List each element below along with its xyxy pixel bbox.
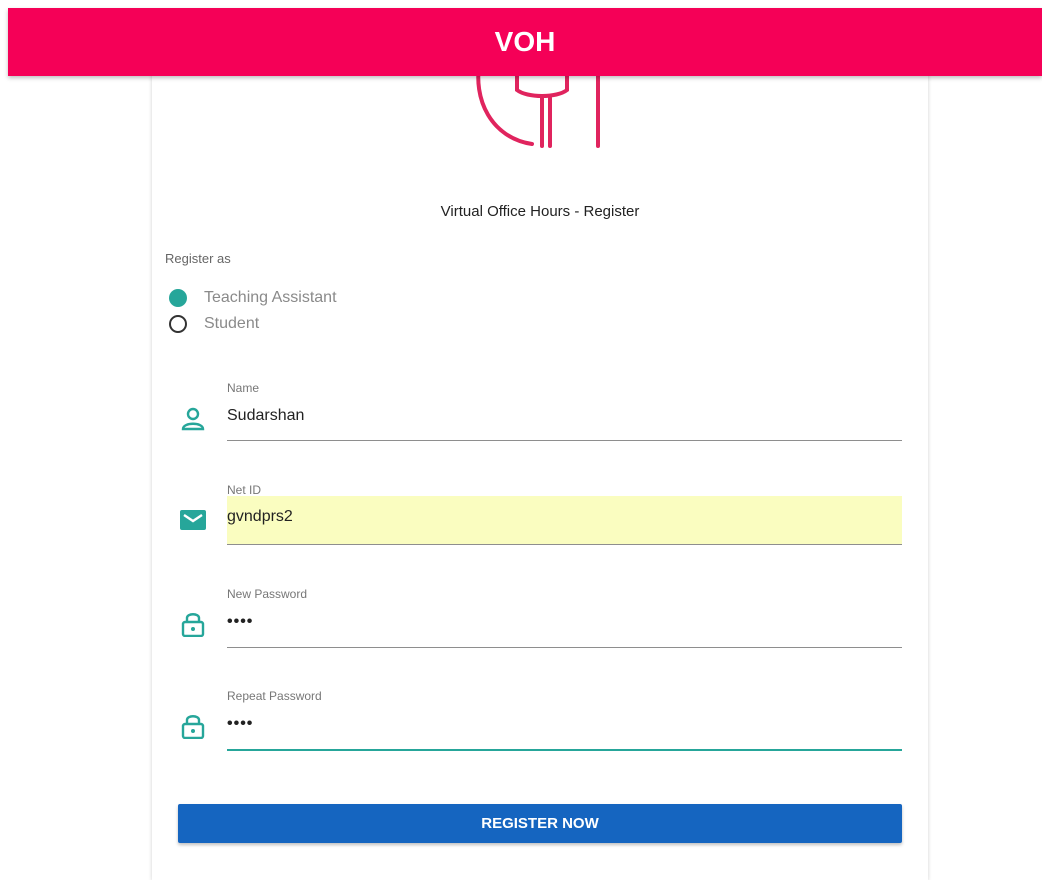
radio-label: Teaching Assistant bbox=[204, 289, 337, 306]
radio-selected-icon[interactable] bbox=[169, 289, 187, 307]
radio-student[interactable]: Student bbox=[169, 315, 259, 333]
new-password-label: New Password bbox=[227, 587, 308, 601]
app-title: VOH bbox=[494, 26, 556, 57]
new-password-underline bbox=[227, 647, 902, 648]
radio-label: Student bbox=[204, 315, 260, 332]
repeat-password-input[interactable]: •••• bbox=[227, 711, 902, 741]
repeat-password-label: Repeat Password bbox=[227, 689, 322, 703]
net-id-field: Net ID gvndprs2 bbox=[168, 483, 902, 563]
register-as-label: Register as bbox=[165, 251, 231, 266]
repeat-password-underline bbox=[227, 749, 902, 751]
app-bar: VOH bbox=[8, 8, 1042, 76]
lock-icon bbox=[181, 715, 205, 739]
lock-icon bbox=[181, 613, 205, 637]
email-icon bbox=[180, 510, 206, 530]
net-id-input[interactable]: gvndprs2 bbox=[227, 496, 902, 544]
net-id-label: Net ID bbox=[227, 483, 262, 497]
new-password-field: New Password •••• bbox=[168, 587, 902, 667]
radio-teaching-assistant[interactable]: Teaching Assistant bbox=[169, 289, 337, 307]
new-password-input[interactable]: •••• bbox=[227, 609, 902, 639]
person-icon bbox=[181, 407, 205, 431]
radio-unselected-icon[interactable] bbox=[169, 315, 187, 333]
name-field: Name Sudarshan bbox=[168, 381, 902, 461]
register-now-button[interactable]: REGISTER NOW bbox=[178, 804, 902, 843]
repeat-password-field: Repeat Password •••• bbox=[168, 689, 902, 769]
name-label: Name bbox=[227, 381, 260, 395]
page-subtitle: Virtual Office Hours - Register bbox=[440, 203, 640, 220]
net-id-underline bbox=[227, 544, 902, 545]
name-input[interactable]: Sudarshan bbox=[227, 403, 902, 433]
name-underline bbox=[227, 440, 902, 441]
